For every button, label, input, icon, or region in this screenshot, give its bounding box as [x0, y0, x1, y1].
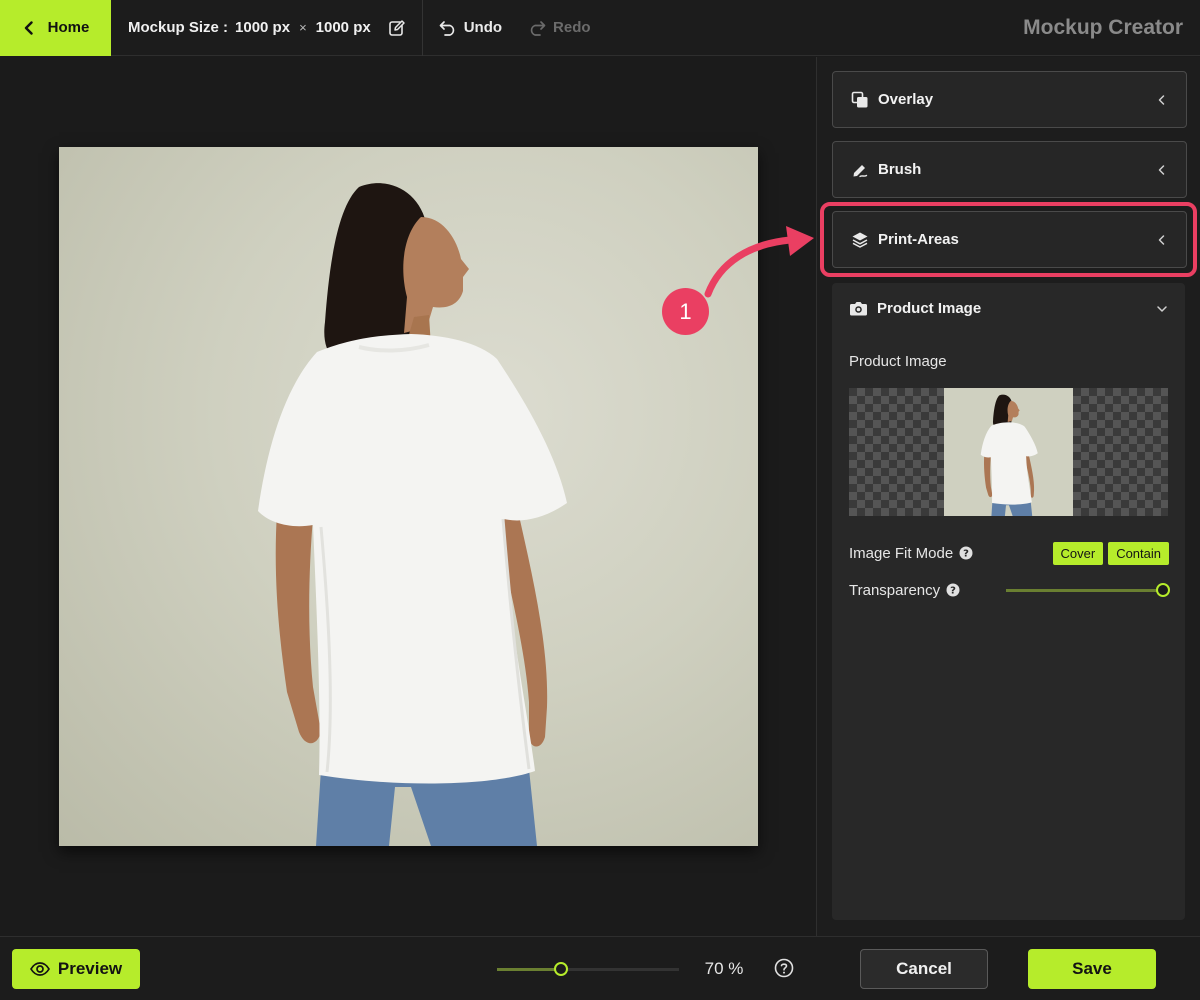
top-bar: Home Mockup Size : 1000 px × 1000 px Und…: [0, 0, 1200, 56]
home-label: Home: [47, 19, 90, 36]
help-icon[interactable]: ?: [959, 546, 973, 560]
transparency-row: Transparency ?: [849, 578, 1170, 602]
mockup-width: 1000 px: [235, 19, 291, 36]
mockup-height: 1000 px: [315, 19, 371, 36]
product-image-section: Product Image Product Image Image Fit Mo…: [832, 283, 1185, 920]
product-image-section-header[interactable]: Product Image: [832, 283, 1185, 334]
mockup-size-display: Mockup Size : 1000 px × 1000 px: [111, 0, 423, 56]
product-image-section-label: Product Image: [877, 300, 982, 317]
transparency-label: Transparency: [849, 581, 941, 599]
svg-text:?: ?: [963, 549, 969, 560]
redo-button[interactable]: Redo: [528, 19, 591, 36]
camera-icon: [850, 302, 867, 316]
transparency-slider-thumb[interactable]: [1156, 583, 1170, 597]
layers-icon: [852, 232, 868, 248]
undo-button[interactable]: Undo: [439, 19, 502, 36]
settings-panel: Overlay Brush Print-Areas Product Image …: [816, 57, 1200, 936]
save-button[interactable]: Save: [1028, 949, 1156, 989]
product-image-thumbnail[interactable]: [849, 388, 1168, 516]
print-areas-label: Print-Areas: [878, 231, 959, 248]
zoom-readout: 70 %: [704, 959, 744, 978]
chevron-left-icon: [1158, 234, 1165, 245]
chevron-down-icon: [1157, 305, 1167, 312]
mockup-canvas[interactable]: [59, 147, 758, 846]
overlay-label: Overlay: [878, 91, 934, 108]
mockup-size-label: Mockup Size :: [128, 19, 229, 36]
edit-icon[interactable]: [388, 19, 406, 37]
canvas-area: [0, 57, 816, 936]
chevron-left-icon: [1158, 164, 1165, 175]
fit-contain-button[interactable]: Contain: [1108, 541, 1169, 565]
overlay-section-header[interactable]: Overlay: [832, 71, 1187, 128]
undo-label: Undo: [463, 19, 503, 36]
app-title: Mockup Creator: [1023, 15, 1183, 39]
brush-label: Brush: [878, 161, 922, 178]
image-fit-mode-label: Image Fit Mode: [849, 544, 954, 562]
zoom-slider-thumb[interactable]: [553, 962, 568, 976]
transparency-slider[interactable]: [1006, 578, 1170, 602]
print-areas-section-header[interactable]: Print-Areas: [832, 211, 1187, 268]
bottom-bar: Preview 70 % Cancel Save: [0, 936, 1200, 1000]
brush-section-header[interactable]: Brush: [832, 141, 1187, 198]
cancel-button[interactable]: Cancel: [860, 949, 988, 989]
times-sign: ×: [299, 20, 307, 35]
zoom-slider-fill: [497, 968, 561, 971]
undo-icon: [439, 20, 454, 36]
eye-icon: [29, 962, 50, 976]
help-icon[interactable]: ?: [946, 583, 960, 597]
image-fit-mode-row: Image Fit Mode ? Cover Contain: [849, 541, 1169, 565]
chevron-left-icon: [24, 20, 33, 35]
preview-label: Preview: [57, 959, 123, 978]
overlay-icon: [851, 91, 868, 107]
face: [403, 217, 469, 333]
home-button[interactable]: Home: [0, 0, 111, 56]
preview-button[interactable]: Preview: [12, 949, 140, 989]
annotation-step-badge: 1: [662, 288, 709, 335]
product-image-preview: [944, 388, 1073, 516]
product-image-label: Product Image: [849, 353, 947, 370]
zoom-slider[interactable]: [497, 959, 679, 979]
brush-icon: [853, 164, 868, 177]
product-photo: [258, 183, 567, 846]
redo-icon: [530, 20, 546, 36]
transparency-slider-fill: [1006, 589, 1163, 592]
fit-cover-button[interactable]: Cover: [1052, 541, 1104, 565]
help-icon[interactable]: [774, 958, 794, 978]
redo-label: Redo: [553, 19, 591, 36]
chevron-left-icon: [1158, 94, 1165, 105]
svg-text:?: ?: [950, 586, 956, 597]
